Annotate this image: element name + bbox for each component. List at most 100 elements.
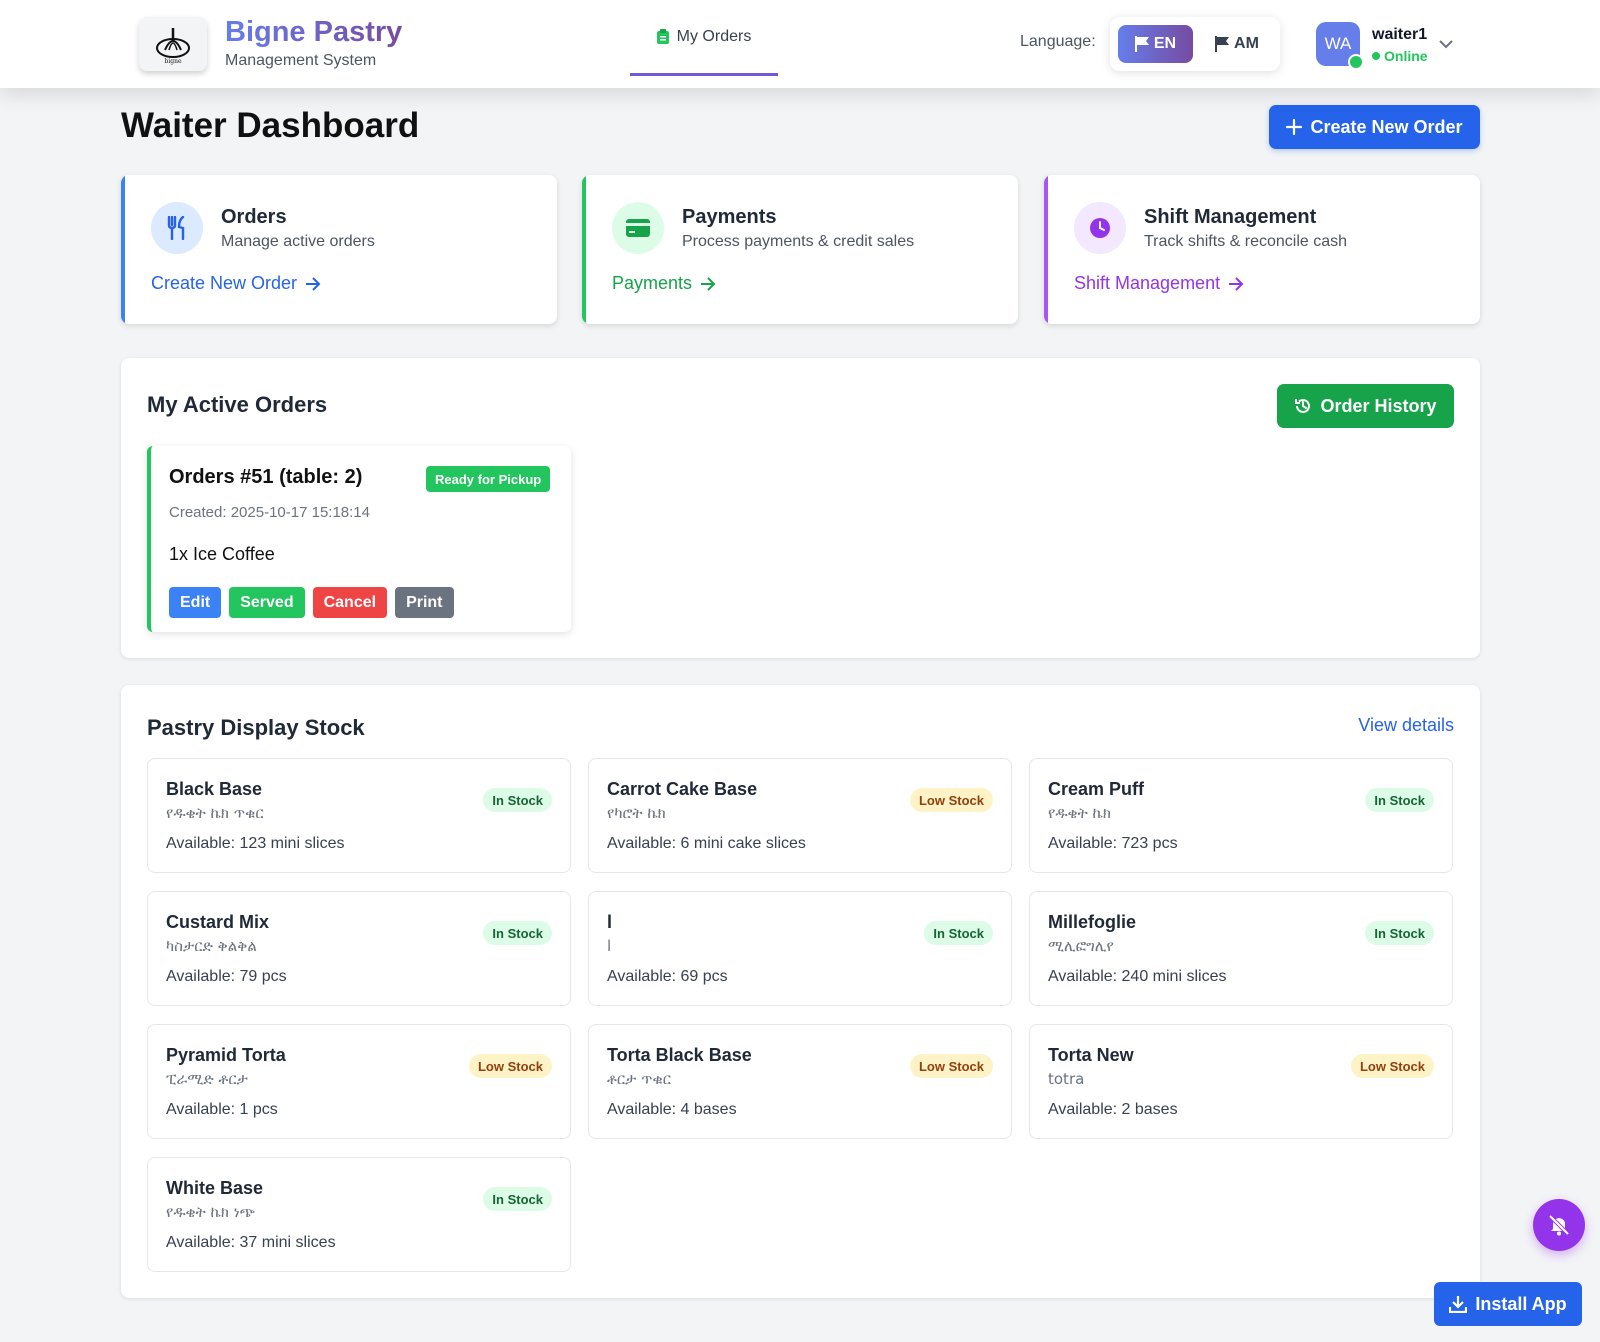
user-name: waiter1 <box>1372 26 1428 43</box>
served-button[interactable]: Served <box>229 587 305 618</box>
stock-item-local-name: ቶርታ ጥቁር <box>607 1070 672 1088</box>
language-am-label: AM <box>1234 35 1259 52</box>
section-title: Pastry Display Stock <box>147 715 365 740</box>
online-indicator <box>1348 54 1364 70</box>
clock-icon <box>1074 202 1126 254</box>
brand-name: Bigne Pastry <box>225 16 403 48</box>
stock-status-badge: In Stock <box>924 921 993 945</box>
stock-status-badge: In Stock <box>1365 921 1434 945</box>
card-link-label: Shift Management <box>1074 273 1221 293</box>
stock-item-available: Available: 6 mini cake slices <box>607 835 806 852</box>
stock-item-local-name: l <box>607 937 612 955</box>
stock-item-name: Cream Puff <box>1048 779 1145 799</box>
create-new-order-link[interactable]: Create New Order <box>151 273 321 294</box>
user-status-label: Online <box>1384 48 1428 64</box>
stock-item-available: Available: 123 mini slices <box>166 835 345 852</box>
payments-card: Payments Process payments & credit sales… <box>582 175 1018 324</box>
stock-item-card: Black Base የዱቄት ኬክ ጥቁር Available: 123 mini… <box>147 758 571 873</box>
language-am-button[interactable]: AM <box>1203 25 1271 63</box>
download-icon <box>1449 1296 1468 1313</box>
brand-subtitle: Management System <box>225 52 377 69</box>
order-history-button[interactable]: Order History <box>1277 384 1454 428</box>
card-link-label: Create New Order <box>151 273 298 293</box>
create-new-order-button[interactable]: Create New Order <box>1269 105 1480 149</box>
clipboard-icon <box>656 29 669 44</box>
language-switcher: EN AM <box>1110 17 1280 71</box>
stock-item-local-name: ፒራሚድ ቶርታ <box>166 1070 248 1088</box>
chevron-down-icon[interactable] <box>1438 36 1454 52</box>
order-actions: Edit Served Cancel Print <box>169 587 454 618</box>
flag-icon <box>1215 36 1230 52</box>
stock-item-available: Available: 37 mini slices <box>166 1234 336 1251</box>
top-navbar: bigne Bigne Pastry Management System My … <box>0 0 1600 88</box>
stock-item-name: Millefoglie <box>1048 912 1137 932</box>
whisk-logo-icon: bigne <box>156 28 190 65</box>
stock-item-local-name: totra <box>1048 1070 1085 1088</box>
stock-item-local-name: የካሮት ኬክ <box>607 804 666 822</box>
order-item: 1x Ice Coffee <box>169 544 275 564</box>
notifications-muted-button[interactable] <box>1533 1199 1585 1251</box>
stock-item-card: Millefoglie ሚሊፎግሊየ Available: 240 mini sli… <box>1029 891 1453 1006</box>
edit-button[interactable]: Edit <box>169 587 222 618</box>
card-link-label: Payments <box>612 273 693 293</box>
stock-item-name: Pyramid Torta <box>166 1045 286 1065</box>
stock-status-badge: Low Stock <box>909 788 993 812</box>
install-app-label: Install App <box>1475 1293 1567 1314</box>
stock-item-name: Custard Mix <box>166 912 270 932</box>
stock-item-available: Available: 69 pcs <box>607 968 728 985</box>
stock-item-name: Carrot Cake Base <box>607 779 758 799</box>
card-title: Shift Management <box>1144 206 1317 228</box>
shift-management-link[interactable]: Shift Management <box>1074 273 1244 294</box>
stock-item-name: Torta New <box>1048 1045 1134 1065</box>
card-subtitle: Track shifts & reconcile cash <box>1144 233 1348 250</box>
bell-slash-icon <box>1548 1214 1570 1236</box>
payments-link[interactable]: Payments <box>612 273 716 294</box>
tab-my-orders[interactable]: My Orders <box>630 0 778 76</box>
user-status: Online <box>1372 48 1428 64</box>
user-avatar[interactable]: WA <box>1316 22 1364 70</box>
tab-my-orders-label: My Orders <box>676 27 752 45</box>
stock-item-card: Custard Mix ካስታርድ ቅልቅል Available: 79 pcs In… <box>147 891 571 1006</box>
order-title: Orders #51 (table: 2) <box>169 466 363 488</box>
stock-status-badge: Low Stock <box>1350 1054 1434 1078</box>
status-dot-icon <box>1372 52 1380 60</box>
language-en-button[interactable]: EN <box>1118 25 1193 63</box>
order-card: Orders #51 (table: 2) Ready for Pickup C… <box>147 446 571 632</box>
stock-item-available: Available: 4 bases <box>607 1101 737 1118</box>
cancel-button[interactable]: Cancel <box>312 587 388 618</box>
stock-item-available: Available: 723 pcs <box>1048 835 1178 852</box>
credit-card-icon <box>612 202 664 254</box>
flag-icon <box>1134 36 1149 52</box>
brand-logo[interactable]: bigne <box>139 17 207 71</box>
avatar-initials: WA <box>1324 34 1352 53</box>
stock-item-name: l <box>607 912 613 932</box>
install-app-button[interactable]: Install App <box>1434 1282 1582 1326</box>
view-details-link[interactable]: View details <box>1358 715 1454 736</box>
language-en-label: EN <box>1153 35 1177 52</box>
page-title: Waiter Dashboard <box>121 106 420 145</box>
print-button[interactable]: Print <box>395 587 454 618</box>
stock-item-local-name: የዱቄት ኬክ <box>1048 804 1111 822</box>
stock-item-available: Available: 1 pcs <box>166 1101 278 1118</box>
stock-item-card: Cream Puff የዱቄት ኬክ Available: 723 pcs In St… <box>1029 758 1453 873</box>
card-subtitle: Manage active orders <box>221 233 375 250</box>
stock-item-available: Available: 2 bases <box>1048 1101 1178 1118</box>
stock-status-badge: In Stock <box>1365 788 1434 812</box>
arrow-right-icon <box>1229 276 1244 291</box>
card-title: Payments <box>682 206 777 228</box>
stock-status-badge: Low Stock <box>909 1054 993 1078</box>
stock-item-local-name: ሚሊፎግሊየ <box>1048 937 1114 955</box>
stock-item-card: l l Available: 69 pcs In Stock <box>588 891 1012 1006</box>
stock-status-badge: In Stock <box>483 1187 552 1211</box>
card-accent-bar <box>121 175 125 324</box>
card-subtitle: Process payments & credit sales <box>682 233 915 250</box>
arrow-right-icon <box>701 276 716 291</box>
status-badge: Ready for Pickup <box>426 466 551 492</box>
stock-item-available: Available: 79 pcs <box>166 968 287 985</box>
card-title: Orders <box>221 206 287 228</box>
svg-text:bigne: bigne <box>164 58 181 65</box>
utensils-icon <box>151 202 203 254</box>
stock-status-badge: In Stock <box>483 921 552 945</box>
pastry-stock-panel: Pastry Display Stock View details Black … <box>121 685 1480 1298</box>
stock-item-card: Torta New totra Available: 2 bases Low Stoc… <box>1029 1024 1453 1139</box>
